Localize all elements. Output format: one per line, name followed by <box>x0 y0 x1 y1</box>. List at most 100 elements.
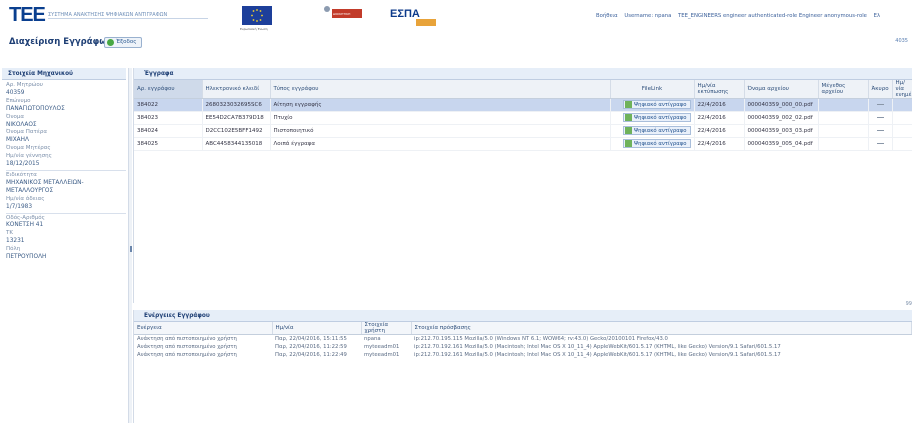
field-label: Ειδικότητα <box>6 171 37 178</box>
exit-icon <box>107 39 114 46</box>
void-dash-icon <box>876 104 884 105</box>
table-header-row: Ενέργεια Ημ/νία Στοιχεία χρήστη Στοιχεία… <box>134 322 912 335</box>
roles-text: TEE_ENGINEERS engineer authenticated-rol… <box>678 13 867 19</box>
activity-panel: Ενέργειες Εγγράφου Ενέργεια Ημ/νία Στοιχ… <box>133 310 912 423</box>
documents-panel: Έγγραφα Αρ. εγγράφου Ηλεκτρονικό κλειδί … <box>133 68 912 307</box>
col-date[interactable]: Ημ/νία <box>272 322 362 335</box>
cell-update <box>892 124 912 138</box>
help-link[interactable]: Βοήθεια <box>596 13 618 19</box>
digital-copy-label: Ψηφιακό αντίγραφο <box>633 101 687 108</box>
table-row[interactable]: 384025 ABC4458344135018 Λοιπά έγγραφα Ψη… <box>134 137 912 151</box>
collapse-handle-icon[interactable] <box>130 246 132 252</box>
cell-size <box>818 111 869 125</box>
table-row[interactable]: Ανάκτηση από πιστοποιημένο χρήστη Παρ, 2… <box>134 351 912 359</box>
col-action[interactable]: Ενέργεια <box>134 322 273 335</box>
panel-extra: 99 <box>905 301 912 307</box>
digital-copy-label: Ψηφιακό αντίγραφο <box>633 127 687 134</box>
download-icon <box>624 140 632 147</box>
field-label: Όνομα Πατέρα <box>6 129 47 136</box>
field-value: ΠΑΝΑΓΙΩΤΟΠΟΥΛΟΣ <box>6 105 65 112</box>
digital-copy-button[interactable]: Ψηφιακό αντίγραφο <box>622 113 691 122</box>
cell-date: Παρ, 22/04/2016, 11:22:59 <box>275 343 347 350</box>
table-header-row: Αρ. εγγράφου Ηλεκτρονικό κλειδί Τύπος εγ… <box>134 80 912 99</box>
activity-title: Ενέργειες Εγγράφου <box>134 310 912 322</box>
espa-years-badge <box>416 19 436 26</box>
cell-date: 22/4/2016 <box>694 111 745 125</box>
field-value: ΚΟΝΕΤΣΗ 41 <box>6 222 44 229</box>
digital-copy-button[interactable]: Ψηφιακό αντίγραφο <box>622 100 691 109</box>
digital-copy-button[interactable]: Ψηφιακό αντίγραφο <box>622 126 691 135</box>
language-link[interactable]: Ελ <box>874 13 880 19</box>
exit-button[interactable]: Έξοδος <box>104 37 142 48</box>
col-doc-number[interactable]: Αρ. εγγράφου <box>134 80 203 99</box>
cell-user: npana <box>364 335 381 342</box>
col-user[interactable]: Στοιχεία χρήστη <box>361 322 412 335</box>
void-dash-icon <box>876 130 884 131</box>
download-icon <box>624 101 632 108</box>
cell-user: myteeadm01 <box>364 343 400 350</box>
cell-doc-number: 384025 <box>134 137 203 151</box>
cell-size <box>818 98 869 112</box>
cell-date: 22/4/2016 <box>694 137 745 151</box>
cell-key: ABC4458344135018 <box>202 137 271 151</box>
documents-title: Έγγραφα <box>134 68 912 80</box>
cell-access: ip:212.70.195.115 Mozilla/5.0 (Windows N… <box>414 335 668 342</box>
activity-table: Ενέργεια Ημ/νία Στοιχεία χρήστη Στοιχεία… <box>134 322 912 359</box>
void-dash-icon <box>876 117 884 118</box>
cell-access: ip:212.70.192.161 Mozilla/5.0 (Macintosh… <box>414 343 781 350</box>
field-value: 40359 <box>6 89 25 96</box>
digital-copy-label: Ψηφιακό αντίγραφο <box>633 114 687 121</box>
cell-action: Ανάκτηση από πιστοποιημένο χρήστη <box>137 335 237 342</box>
col-update-date[interactable]: Ημ/νία ενημέρωσης <box>892 80 912 99</box>
field-value: 1/7/1983 <box>6 203 33 210</box>
cell-date: 22/4/2016 <box>694 98 745 112</box>
cell-key: D2CC102E5BFF1492 <box>202 124 271 138</box>
table-row[interactable]: 384023 EE54D2CA7B379D18 Πτυχίο Ψηφιακό α… <box>134 111 912 125</box>
table-row[interactable]: Ανάκτηση από πιστοποιημένο χρήστη Παρ, 2… <box>134 335 912 343</box>
cell-key: EE54D2CA7B379D18 <box>202 111 271 125</box>
exit-label: Έξοδος <box>116 39 137 45</box>
cell-user: myteeadm01 <box>364 351 400 358</box>
field-label: Όνομα Μητέρας <box>6 145 51 152</box>
void-dash-icon <box>876 143 884 144</box>
table-row[interactable]: 384024 D2CC102E5BFF1492 Πιστοποιητικό Ψη… <box>134 124 912 138</box>
cell-file: 000040359_000_00.pdf <box>744 98 819 112</box>
col-void[interactable]: Άκυρο <box>868 80 893 99</box>
col-file-size[interactable]: Μέγεθος αρχείου <box>818 80 869 99</box>
ministry-logo: ΔΙΟΙΚΗΤΙΚΗ <box>324 6 362 18</box>
field-label: Επώνυμο <box>6 97 31 104</box>
table-row[interactable]: 384022 2680323032695SC6 Αίτηση εγγραφής … <box>134 98 912 112</box>
field-label: Ημ/νία γέννησης <box>6 153 52 160</box>
tee-logo: ΤΕΕ <box>9 4 46 26</box>
cell-type: Αίτηση εγγραφής <box>270 98 611 112</box>
divider <box>6 212 126 214</box>
digital-copy-label: Ψηφιακό αντίγραφο <box>633 140 687 147</box>
col-electronic-key[interactable]: Ηλεκτρονικό κλειδί <box>202 80 271 99</box>
cell-key: 2680323032695SC6 <box>202 98 271 112</box>
documents-table: Αρ. εγγράφου Ηλεκτρονικό κλειδί Τύπος εγ… <box>134 80 912 151</box>
col-filelink[interactable]: FileLink <box>610 80 695 99</box>
sidebar-splitter[interactable] <box>128 68 132 423</box>
cell-doc-number: 384023 <box>134 111 203 125</box>
field-label: Αρ. Μητρώου <box>6 82 43 88</box>
col-print-date[interactable]: Ημ/νία εκτύπωσης <box>694 80 745 99</box>
cell-action: Ανάκτηση από πιστοποιημένο χρήστη <box>137 343 237 350</box>
svg-text:ΔΙΟΙΚΗΤΙΚΗ: ΔΙΟΙΚΗΤΙΚΗ <box>333 12 350 16</box>
cell-access: ip:212.70.192.161 Mozilla/5.0 (Macintosh… <box>414 351 781 358</box>
cell-size <box>818 124 869 138</box>
engineer-sidebar: Στοιχεία Μηχανικού Αρ. Μητρώου 40359 Επώ… <box>2 68 126 423</box>
col-access[interactable]: Στοιχεία πρόσβασης <box>411 322 912 335</box>
download-icon <box>624 114 632 121</box>
table-row[interactable]: Ανάκτηση από πιστοποιημένο χρήστη Παρ, 2… <box>134 343 912 351</box>
logo-underline <box>48 18 208 19</box>
field-label: Ημ/νία άδειας <box>6 195 45 202</box>
field-value: 13231 <box>6 238 25 245</box>
top-banner: ΤΕΕ ΣΥΣΤΗΜΑ ΑΝΑΚΤΗΣΗΣ ΨΗΦΙΑΚΩΝ ΑΝΤΙΓΡΑΦΩ… <box>0 0 912 44</box>
cell-date: Παρ, 22/04/2016, 11:22:49 <box>275 351 347 358</box>
cell-action: Ανάκτηση από πιστοποιημένο χρήστη <box>137 351 237 358</box>
field-value: 18/12/2015 <box>6 161 40 168</box>
col-doc-type[interactable]: Τύπος εγγράφου <box>270 80 611 99</box>
digital-copy-button[interactable]: Ψηφιακό αντίγραφο <box>622 139 691 148</box>
col-file-name[interactable]: Όνομα αρχείου <box>744 80 819 99</box>
cell-doc-number: 384022 <box>134 98 203 112</box>
